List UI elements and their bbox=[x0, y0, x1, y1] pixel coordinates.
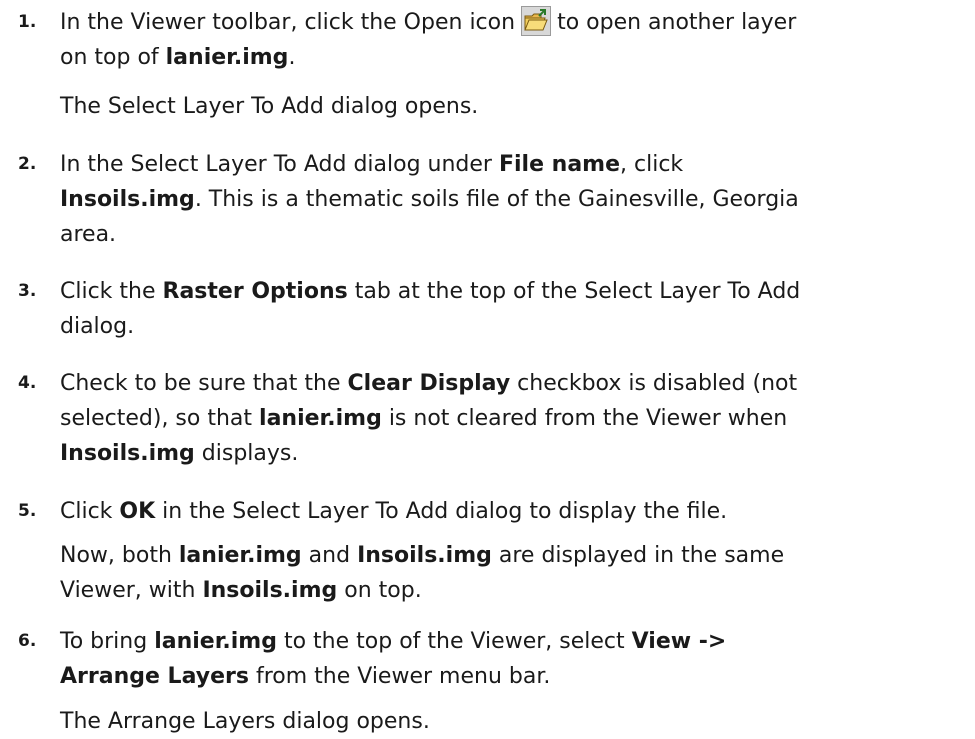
bold-run: Insoils.img bbox=[202, 578, 338, 603]
step-text: Check to be sure that the Clear Display … bbox=[60, 366, 955, 471]
bold-run: Insoils.img bbox=[60, 187, 195, 212]
filename-bold: lanier.img bbox=[165, 45, 289, 70]
text-run: Check to be sure that the bbox=[60, 371, 348, 396]
text-run: are displayed in the same bbox=[491, 543, 785, 568]
step-number: 3. bbox=[18, 281, 37, 301]
text-run: selected), so that bbox=[60, 406, 260, 431]
bold-run: Raster Options bbox=[162, 279, 348, 304]
step-line: Insoils.img. This is a thematic soils fi… bbox=[60, 182, 955, 217]
text-run: from the Viewer menu bar. bbox=[248, 664, 551, 689]
bold-run: Insoils.img bbox=[60, 441, 195, 466]
step-note: The Select Layer To Add dialog opens. bbox=[60, 94, 479, 119]
step-number: 5. bbox=[18, 501, 37, 521]
step-text: Click OK in the Select Layer To Add dial… bbox=[60, 494, 955, 529]
step-text: In the Select Layer To Add dialog under … bbox=[60, 147, 955, 252]
text-run: displays. bbox=[194, 441, 299, 466]
bold-run: File name bbox=[498, 152, 621, 177]
text-run: To bring bbox=[60, 629, 155, 654]
step-line: selected), so that lanier.img is not cle… bbox=[60, 401, 955, 436]
bold-run: View -> bbox=[631, 629, 727, 654]
step-number: 4. bbox=[18, 373, 37, 393]
text-run: Click bbox=[60, 499, 120, 524]
text-run: In the Viewer toolbar, click the Open ic… bbox=[60, 10, 516, 35]
step-line: on top of lanier.img. bbox=[60, 40, 955, 75]
text-run: , click bbox=[620, 152, 684, 177]
step-line: Insoils.img displays. bbox=[60, 436, 955, 471]
text-run: is not cleared from the Viewer when bbox=[381, 406, 788, 431]
text-run: tab at the top of the Select Layer To Ad… bbox=[347, 279, 801, 304]
step-line: Now, both lanier.img and Insoils.img are… bbox=[60, 538, 955, 573]
text-run: area. bbox=[60, 222, 117, 247]
step-number: 2. bbox=[18, 154, 37, 174]
bold-run: lanier.img bbox=[178, 543, 302, 568]
bold-run: Insoils.img bbox=[357, 543, 492, 568]
step-line: In the Select Layer To Add dialog under … bbox=[60, 147, 955, 182]
step-line: To bring lanier.img to the top of the Vi… bbox=[60, 624, 955, 659]
step-line: Check to be sure that the Clear Display … bbox=[60, 366, 955, 401]
text-run: Now, both bbox=[60, 543, 179, 568]
bold-run: lanier.img bbox=[259, 406, 382, 431]
step-note: The Arrange Layers dialog opens. bbox=[60, 709, 430, 734]
bold-run: lanier.img bbox=[154, 629, 277, 654]
text-run: Viewer, with bbox=[60, 578, 203, 603]
step-line: area. bbox=[60, 217, 955, 252]
bold-run: Arrange Layers bbox=[60, 664, 249, 689]
bold-run: OK bbox=[119, 499, 156, 524]
text-run: and bbox=[301, 543, 358, 568]
step-line: Click the Raster Options tab at the top … bbox=[60, 274, 955, 309]
step-line: Arrange Layers from the Viewer menu bar. bbox=[60, 659, 955, 694]
text-run: to the top of the Viewer, select bbox=[276, 629, 632, 654]
step-text: To bring lanier.img to the top of the Vi… bbox=[60, 624, 955, 694]
step-line: In the Viewer toolbar, click the Open ic… bbox=[60, 5, 955, 40]
step-text: Click the Raster Options tab at the top … bbox=[60, 274, 955, 344]
text-run: . bbox=[288, 45, 296, 70]
step-text: In the Viewer toolbar, click the Open ic… bbox=[60, 5, 955, 75]
text-run: In the Select Layer To Add dialog under bbox=[60, 152, 499, 177]
open-folder-icon bbox=[521, 6, 552, 36]
step-number: 1. bbox=[18, 12, 37, 32]
step-line: dialog. bbox=[60, 309, 955, 344]
text-run: on top of bbox=[60, 45, 166, 70]
text-run: dialog. bbox=[60, 314, 135, 339]
text-run: . This is a thematic soils file of the G… bbox=[194, 187, 799, 212]
document-page: 1. In the Viewer toolbar, click the Open… bbox=[0, 0, 975, 734]
text-run: checkbox is disabled (not bbox=[510, 371, 798, 396]
step-line: Click OK in the Select Layer To Add dial… bbox=[60, 494, 955, 529]
text-run: Click the bbox=[60, 279, 163, 304]
step-note: Now, both lanier.img and Insoils.img are… bbox=[60, 538, 955, 608]
bold-run: Clear Display bbox=[347, 371, 511, 396]
text-run: in the Select Layer To Add dialog to dis… bbox=[155, 499, 728, 524]
text-run: on top. bbox=[337, 578, 422, 603]
step-line: Viewer, with Insoils.img on top. bbox=[60, 573, 955, 608]
text-run: to open another layer bbox=[557, 10, 797, 35]
step-number: 6. bbox=[18, 631, 37, 651]
